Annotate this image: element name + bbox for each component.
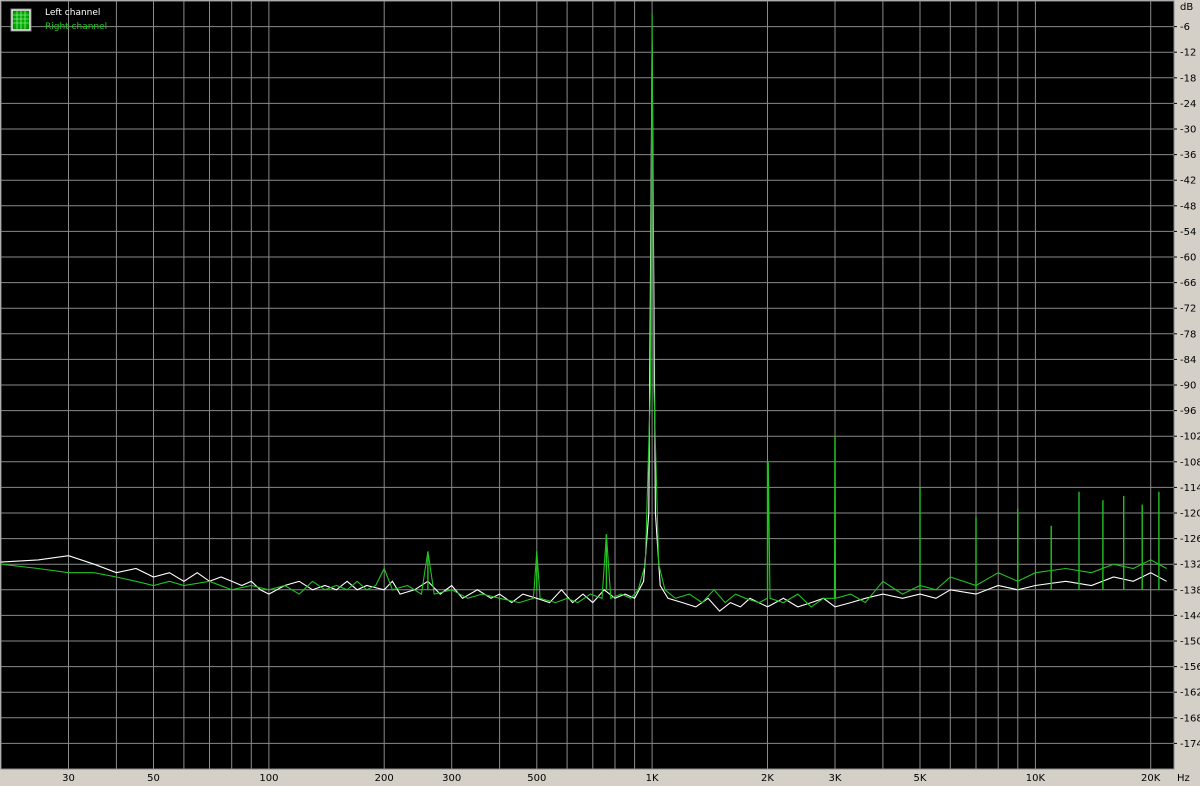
y-tick-label: -72: [1180, 304, 1196, 315]
y-tick-label: -42: [1180, 176, 1196, 187]
y-tick-label: -114: [1180, 483, 1200, 494]
y-tick-label: -30: [1180, 125, 1196, 136]
x-tick-label: 20K: [1141, 773, 1161, 784]
y-tick-label: -24: [1180, 99, 1196, 110]
legend-icon: [10, 8, 32, 32]
x-axis: Hz 30 50 100 200 300 500 1K 2K 3K 5K 10K 20K: [62, 773, 1190, 784]
x-tick-label: 5K: [914, 773, 927, 784]
x-tick-label: 200: [375, 773, 394, 784]
y-tick-label: -120: [1180, 509, 1200, 520]
x-tick-label: 1K: [646, 773, 659, 784]
y-tick-label: -102: [1180, 432, 1200, 443]
y-tick-label: -174: [1180, 739, 1200, 750]
y-tick-label: -78: [1180, 329, 1196, 340]
spectrum-chart: dB -6 -12 -18 -24 -30 -36 -42 -48 -54 -60 -66 -72 -7…: [0, 0, 1200, 786]
y-tick-label: -36: [1180, 150, 1196, 161]
y-tick-label: -48: [1180, 201, 1196, 212]
x-tick-label: 30: [62, 773, 75, 784]
y-tick-label: -18: [1180, 73, 1196, 84]
legend-item-right-channel: Right channel: [45, 22, 107, 32]
x-tick-label: 10K: [1026, 773, 1046, 784]
y-tick-label: -12: [1180, 48, 1196, 59]
y-tick-label: -6: [1180, 22, 1190, 33]
x-tick-label: 50: [147, 773, 160, 784]
y-tick-label: -144: [1180, 611, 1200, 622]
y-tick-label: -126: [1180, 534, 1200, 545]
y-tick-label: -108: [1180, 457, 1200, 468]
y-tick-label: -84: [1180, 355, 1196, 366]
y-tick-label: -168: [1180, 713, 1200, 724]
y-tick-label: -90: [1180, 381, 1196, 392]
y-tick-label: -138: [1180, 585, 1200, 596]
x-unit-label: Hz: [1177, 773, 1190, 784]
y-tick-label: -60: [1180, 253, 1196, 264]
x-tick-label: 2K: [761, 773, 774, 784]
y-tick-label: -162: [1180, 688, 1200, 699]
x-tick-label: 500: [527, 773, 546, 784]
x-tick-label: 3K: [829, 773, 842, 784]
spectrum-plot: dB -6 -12 -18 -24 -30 -36 -42 -48 -54 -60 -66 -72 -7…: [0, 0, 1200, 784]
y-tick-label: -96: [1180, 406, 1196, 417]
y-tick-label: -66: [1180, 278, 1196, 289]
y-unit-label: dB: [1180, 2, 1193, 13]
y-tick-label: -150: [1180, 637, 1200, 648]
legend-item-left-channel: Left channel: [45, 8, 100, 18]
y-axis: dB -6 -12 -18 -24 -30 -36 -42 -48 -54 -60 -66 -72 -7…: [1174, 2, 1200, 750]
y-tick-label: -156: [1180, 662, 1200, 673]
x-tick-label: 100: [259, 773, 278, 784]
x-tick-label: 300: [442, 773, 461, 784]
y-tick-label: -132: [1180, 560, 1200, 571]
y-tick-label: -54: [1180, 227, 1196, 238]
